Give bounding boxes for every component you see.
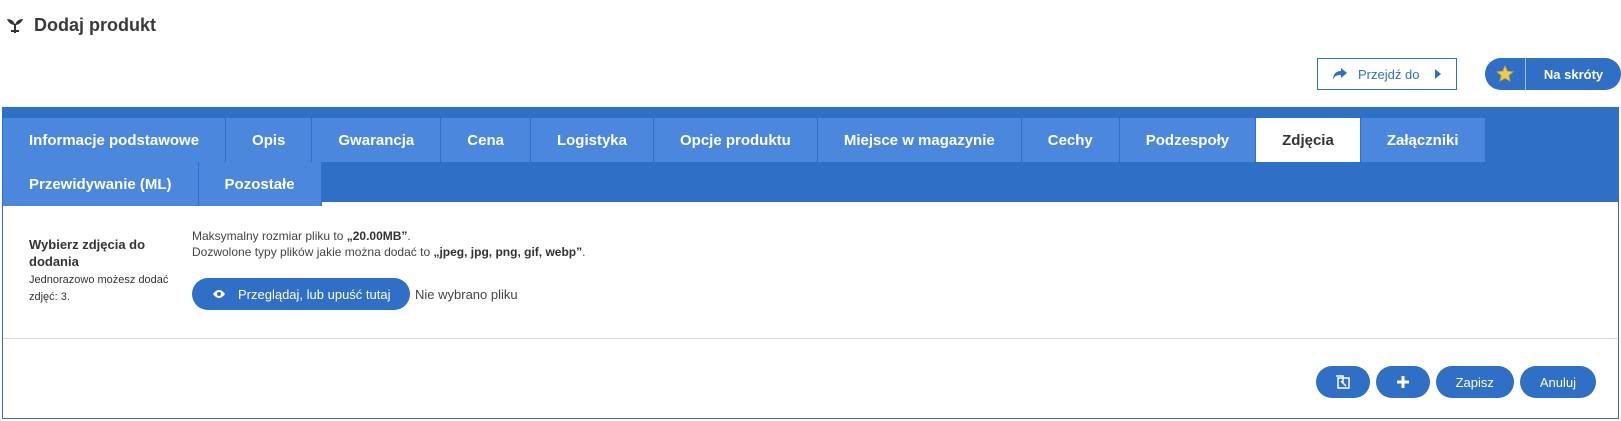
tab-gwarancja[interactable]: Gwarancja [312,118,442,162]
goto-button[interactable]: Przejdź do [1317,58,1457,90]
tab-zdjecia[interactable]: Zdjęcia [1256,118,1361,162]
plus-icon [1396,375,1410,389]
tab-cechy[interactable]: Cechy [1021,118,1120,162]
tab-podzespoly[interactable]: Podzespoły [1119,118,1257,162]
save-and-return-button[interactable] [1315,366,1370,398]
add-button[interactable] [1375,366,1430,398]
eye-icon [212,289,226,299]
shortcuts-button[interactable]: Na skróty [1485,58,1621,90]
upload-section: Wybierz zdjęcia do dodania Jednorazowo m… [3,202,1618,339]
max-size-value: „20.00MB” [346,229,408,243]
browse-button[interactable]: Przeglądaj, lub upuść tutaj [192,278,410,310]
tab-cena[interactable]: Cena [441,118,531,162]
types-value: „jpeg, jpg, png, gif, webp” [433,245,583,259]
cancel-button[interactable]: Anuluj [1519,366,1596,398]
upload-info: Maksymalny rozmiar pliku to „20.00MB”. D… [192,228,585,260]
max-size-prefix: Maksymalny rozmiar pliku to [192,229,347,243]
file-types-line: Dozwolone typy plików jakie można dodać … [192,244,585,260]
tab-opcje-produktu[interactable]: Opcje produktu [653,118,818,162]
tab-logistyka[interactable]: Logistyka [530,118,654,162]
action-buttons: Zapisz Anuluj [1315,366,1596,398]
product-form-panel: Informacje podstawowe Opis Gwarancja Cen… [2,107,1619,419]
page-title: Dodaj produkt [34,14,156,35]
save-button[interactable]: Zapisz [1435,366,1514,398]
tab-pozostale[interactable]: Pozostałe [198,162,322,206]
page-header: Dodaj produkt [0,10,156,40]
no-file-text: Nie wybrano pliku [415,287,518,302]
shortcuts-label: Na skróty [1543,66,1604,82]
star-icon [1485,58,1526,90]
tab-przewidywanie-ml[interactable]: Przewidywanie (ML) [3,162,199,206]
goto-label: Przejdź do [1358,66,1420,82]
types-prefix: Dozwolone typy plików jakie można dodać … [192,245,434,259]
upload-field-label: Wybierz zdjęcia do dodania Jednorazowo m… [29,236,179,306]
tab-informacje-podstawowe[interactable]: Informacje podstawowe [3,118,227,162]
share-arrow-icon [1332,67,1348,81]
tab-zalaczniki[interactable]: Załączniki [1360,118,1486,162]
tab-bar: Informacje podstawowe Opis Gwarancja Cen… [3,108,1618,206]
max-size-line: Maksymalny rozmiar pliku to „20.00MB”. [192,228,585,244]
upload-label: Wybierz zdjęcia do dodania [29,237,146,269]
tab-opis[interactable]: Opis [226,118,313,162]
save-return-icon [1335,375,1351,389]
browse-label: Przeglądaj, lub upuść tutaj [238,286,391,302]
caret-right-icon [1434,69,1442,79]
max-size-suffix: . [407,229,411,243]
upload-sublabel: Jednorazowo możesz dodać zdjęć: 3. [29,274,169,303]
plant-icon [4,14,26,36]
types-suffix: . [582,245,586,259]
tab-miejsce-w-magazynie[interactable]: Miejsce w magazynie [817,118,1022,162]
